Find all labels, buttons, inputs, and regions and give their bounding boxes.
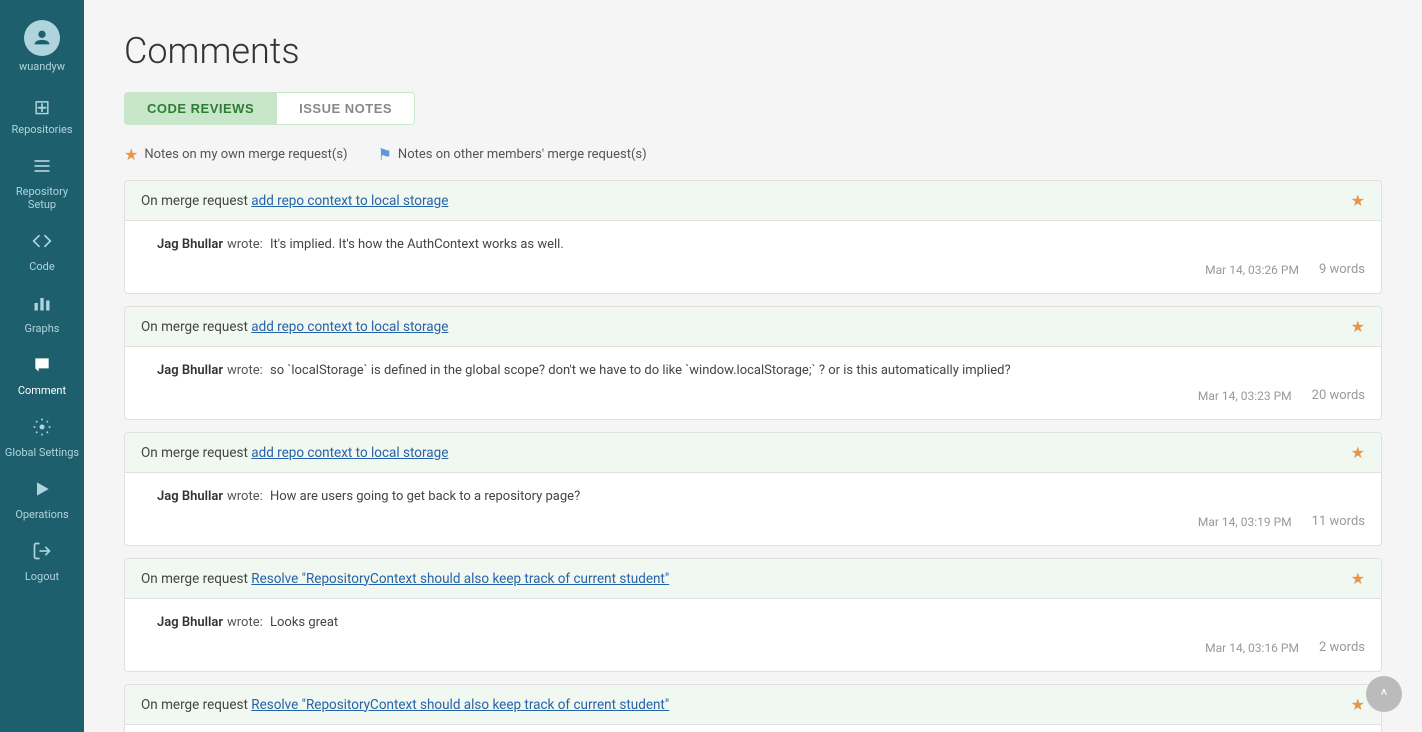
filter-others: ⚑ Notes on other members' merge request(…: [378, 145, 647, 164]
comment-body: Jag Bhullar wrote: This seems fine to me…: [125, 725, 1381, 732]
comment-author: Jag Bhullar: [157, 363, 223, 378]
on-merge-request-label: On merge request add repo context to loc…: [141, 319, 448, 335]
sidebar-item-repository-setup[interactable]: Repository Setup: [0, 146, 84, 221]
comment-star-icon[interactable]: ★: [1351, 317, 1365, 336]
sidebar-item-label: Operations: [15, 508, 68, 521]
on-merge-request-label: On merge request add repo context to loc…: [141, 193, 448, 209]
comment-card: On merge request Resolve "RepositoryCont…: [124, 558, 1382, 672]
sidebar-item-comment[interactable]: Comment: [0, 345, 84, 407]
comment-wrote: wrote:: [227, 237, 266, 252]
avatar: [24, 20, 60, 56]
comment-body: Jag Bhullar wrote: so `localStorage` is …: [125, 347, 1381, 419]
sidebar-item-graphs[interactable]: Graphs: [0, 283, 84, 345]
comment-wrote: wrote:: [227, 363, 266, 378]
comment-header: On merge request Resolve "RepositoryCont…: [125, 559, 1381, 599]
global-settings-icon: [32, 417, 52, 442]
repository-setup-icon: [32, 156, 52, 181]
filter-row: ★ Notes on my own merge request(s) ⚑ Not…: [124, 145, 1382, 164]
on-merge-request-label: On merge request add repo context to loc…: [141, 445, 448, 461]
flag-icon: ⚑: [378, 145, 392, 164]
comment-wrote: wrote:: [227, 489, 266, 504]
comment-author: Jag Bhullar: [157, 237, 223, 252]
sidebar-username: wuandyw: [19, 60, 65, 73]
operations-icon: [32, 479, 52, 504]
comment-author: Jag Bhullar: [157, 489, 223, 504]
tab-code-reviews[interactable]: CODE REVIEWS: [125, 93, 276, 124]
comment-date: Mar 14, 03:26 PM: [157, 263, 1299, 277]
comment-text: so `localStorage` is defined in the glob…: [270, 363, 1011, 378]
comment-star-icon[interactable]: ★: [1351, 191, 1365, 210]
main-content: Comments CODE REVIEWS ISSUE NOTES ★ Note…: [84, 0, 1422, 732]
code-icon: [32, 231, 52, 256]
comment-date: Mar 14, 03:16 PM: [157, 641, 1299, 655]
comment-text: How are users going to get back to a rep…: [270, 489, 580, 504]
comment-footer: Mar 14, 03:16 PM 2 words: [157, 640, 1365, 655]
comment-header: On merge request add repo context to loc…: [125, 181, 1381, 221]
filter-own-label: Notes on my own merge request(s): [144, 147, 347, 162]
comment-date: Mar 14, 03:19 PM: [157, 515, 1292, 529]
on-merge-request-label: On merge request Resolve "RepositoryCont…: [141, 571, 669, 587]
comment-wrote: wrote:: [227, 615, 266, 630]
comment-text: It's implied. It's how the AuthContext w…: [270, 237, 564, 252]
comment-header: On merge request add repo context to loc…: [125, 433, 1381, 473]
comment-body: Jag Bhullar wrote: It's implied. It's ho…: [125, 221, 1381, 293]
merge-request-link[interactable]: add repo context to local storage: [251, 445, 448, 461]
comment-author: Jag Bhullar: [157, 615, 223, 630]
tab-bar: CODE REVIEWS ISSUE NOTES: [124, 92, 415, 125]
page-title: Comments: [124, 30, 1382, 72]
comment-star-icon[interactable]: ★: [1351, 443, 1365, 462]
comment-words: 20 words: [1312, 388, 1365, 403]
comment-footer: Mar 14, 03:23 PM 20 words: [157, 388, 1365, 403]
sidebar-item-operations[interactable]: Operations: [0, 469, 84, 531]
sidebar-item-label: Comment: [18, 384, 66, 397]
comment-words: 2 words: [1319, 640, 1365, 655]
comment-words: 11 words: [1312, 514, 1365, 529]
sidebar-item-label: Logout: [25, 570, 59, 583]
comment-body: Jag Bhullar wrote: How are users going t…: [125, 473, 1381, 545]
comment-words: 9 words: [1319, 262, 1365, 277]
comments-list: On merge request add repo context to loc…: [124, 180, 1382, 732]
comment-header: On merge request add repo context to loc…: [125, 307, 1381, 347]
sidebar: wuandyw ⊞ Repositories Repository Setup …: [0, 0, 84, 732]
merge-request-link[interactable]: add repo context to local storage: [251, 319, 448, 335]
comment-body: Jag Bhullar wrote: Looks great Mar 14, 0…: [125, 599, 1381, 671]
comment-icon: [32, 355, 52, 380]
sidebar-item-label: Repositories: [11, 123, 72, 136]
comment-card: On merge request add repo context to loc…: [124, 306, 1382, 420]
merge-request-link[interactable]: Resolve "RepositoryContext should also k…: [251, 571, 669, 587]
merge-request-link[interactable]: add repo context to local storage: [251, 193, 448, 209]
comment-footer: Mar 14, 03:19 PM 11 words: [157, 514, 1365, 529]
on-merge-request-label: On merge request Resolve "RepositoryCont…: [141, 697, 669, 713]
sidebar-item-label: Repository Setup: [4, 185, 80, 211]
sidebar-item-label: Graphs: [25, 322, 60, 335]
repositories-icon: ⊞: [34, 95, 51, 119]
comment-date: Mar 14, 03:23 PM: [157, 389, 1292, 403]
sidebar-item-logout[interactable]: Logout: [0, 531, 84, 593]
graphs-icon: [32, 293, 52, 318]
filter-own: ★ Notes on my own merge request(s): [124, 145, 348, 164]
comment-card: On merge request add repo context to loc…: [124, 432, 1382, 546]
sidebar-item-label: Global Settings: [5, 446, 79, 459]
comment-card: On merge request add repo context to loc…: [124, 180, 1382, 294]
comment-text: Looks great: [270, 615, 338, 630]
sidebar-item-repositories[interactable]: ⊞ Repositories: [0, 85, 84, 146]
comment-star-icon[interactable]: ★: [1351, 569, 1365, 588]
tab-issue-notes[interactable]: ISSUE NOTES: [276, 93, 414, 124]
sidebar-item-label: Code: [29, 260, 54, 273]
merge-request-link[interactable]: Resolve "RepositoryContext should also k…: [251, 697, 669, 713]
sidebar-item-global-settings[interactable]: Global Settings: [0, 407, 84, 469]
comment-star-icon[interactable]: ★: [1351, 695, 1365, 714]
logout-icon: [32, 541, 52, 566]
comment-header: On merge request Resolve "RepositoryCont…: [125, 685, 1381, 725]
comment-footer: Mar 14, 03:26 PM 9 words: [157, 262, 1365, 277]
filter-others-label: Notes on other members' merge request(s): [398, 147, 647, 162]
star-icon: ★: [124, 145, 138, 164]
comment-card: On merge request Resolve "RepositoryCont…: [124, 684, 1382, 732]
scroll-to-top-button[interactable]: ^: [1366, 676, 1402, 712]
sidebar-item-code[interactable]: Code: [0, 221, 84, 283]
sidebar-user: wuandyw: [0, 10, 84, 85]
